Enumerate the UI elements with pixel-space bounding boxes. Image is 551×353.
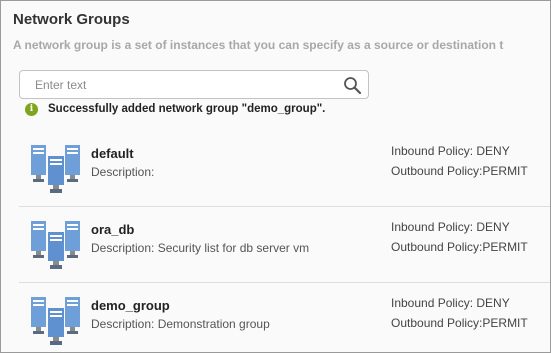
server-group-icon	[31, 219, 83, 271]
group-description: Description:	[91, 165, 155, 179]
inbound-policy: Inbound Policy: DENY	[391, 296, 510, 310]
group-name[interactable]: default	[91, 146, 134, 161]
group-description: Description: Demonstration group	[91, 317, 270, 331]
network-group-row[interactable]: demo_group Description: Demonstration gr…	[19, 283, 550, 352]
network-group-list: default Description: Inbound Policy: DEN…	[19, 131, 550, 352]
network-group-row[interactable]: default Description: Inbound Policy: DEN…	[19, 131, 550, 207]
search-box[interactable]	[19, 70, 369, 99]
server-group-icon	[31, 295, 83, 347]
page-title: Network Groups	[13, 11, 130, 28]
server-group-icon	[31, 143, 83, 195]
outbound-policy: Outbound Policy:PERMIT	[391, 316, 528, 330]
info-icon: i	[25, 102, 38, 116]
group-name[interactable]: demo_group	[91, 298, 170, 313]
app-window: Network Groups A network group is a set …	[0, 0, 551, 353]
group-name[interactable]: ora_db	[91, 222, 134, 237]
success-message-text: Successfully added network group "demo_g…	[48, 103, 326, 115]
outbound-policy: Outbound Policy:PERMIT	[391, 240, 528, 254]
group-description: Description: Security list for db server…	[91, 241, 310, 255]
inbound-policy: Inbound Policy: DENY	[391, 144, 510, 158]
inbound-policy: Inbound Policy: DENY	[391, 220, 510, 234]
search-icon[interactable]	[343, 76, 362, 95]
page-subtitle: A network group is a set of instances th…	[13, 38, 504, 52]
outbound-policy: Outbound Policy:PERMIT	[391, 164, 528, 178]
network-group-row[interactable]: ora_db Description: Security list for db…	[19, 207, 550, 283]
search-input[interactable]	[35, 76, 335, 94]
success-message: i Successfully added network group "demo…	[25, 101, 325, 117]
